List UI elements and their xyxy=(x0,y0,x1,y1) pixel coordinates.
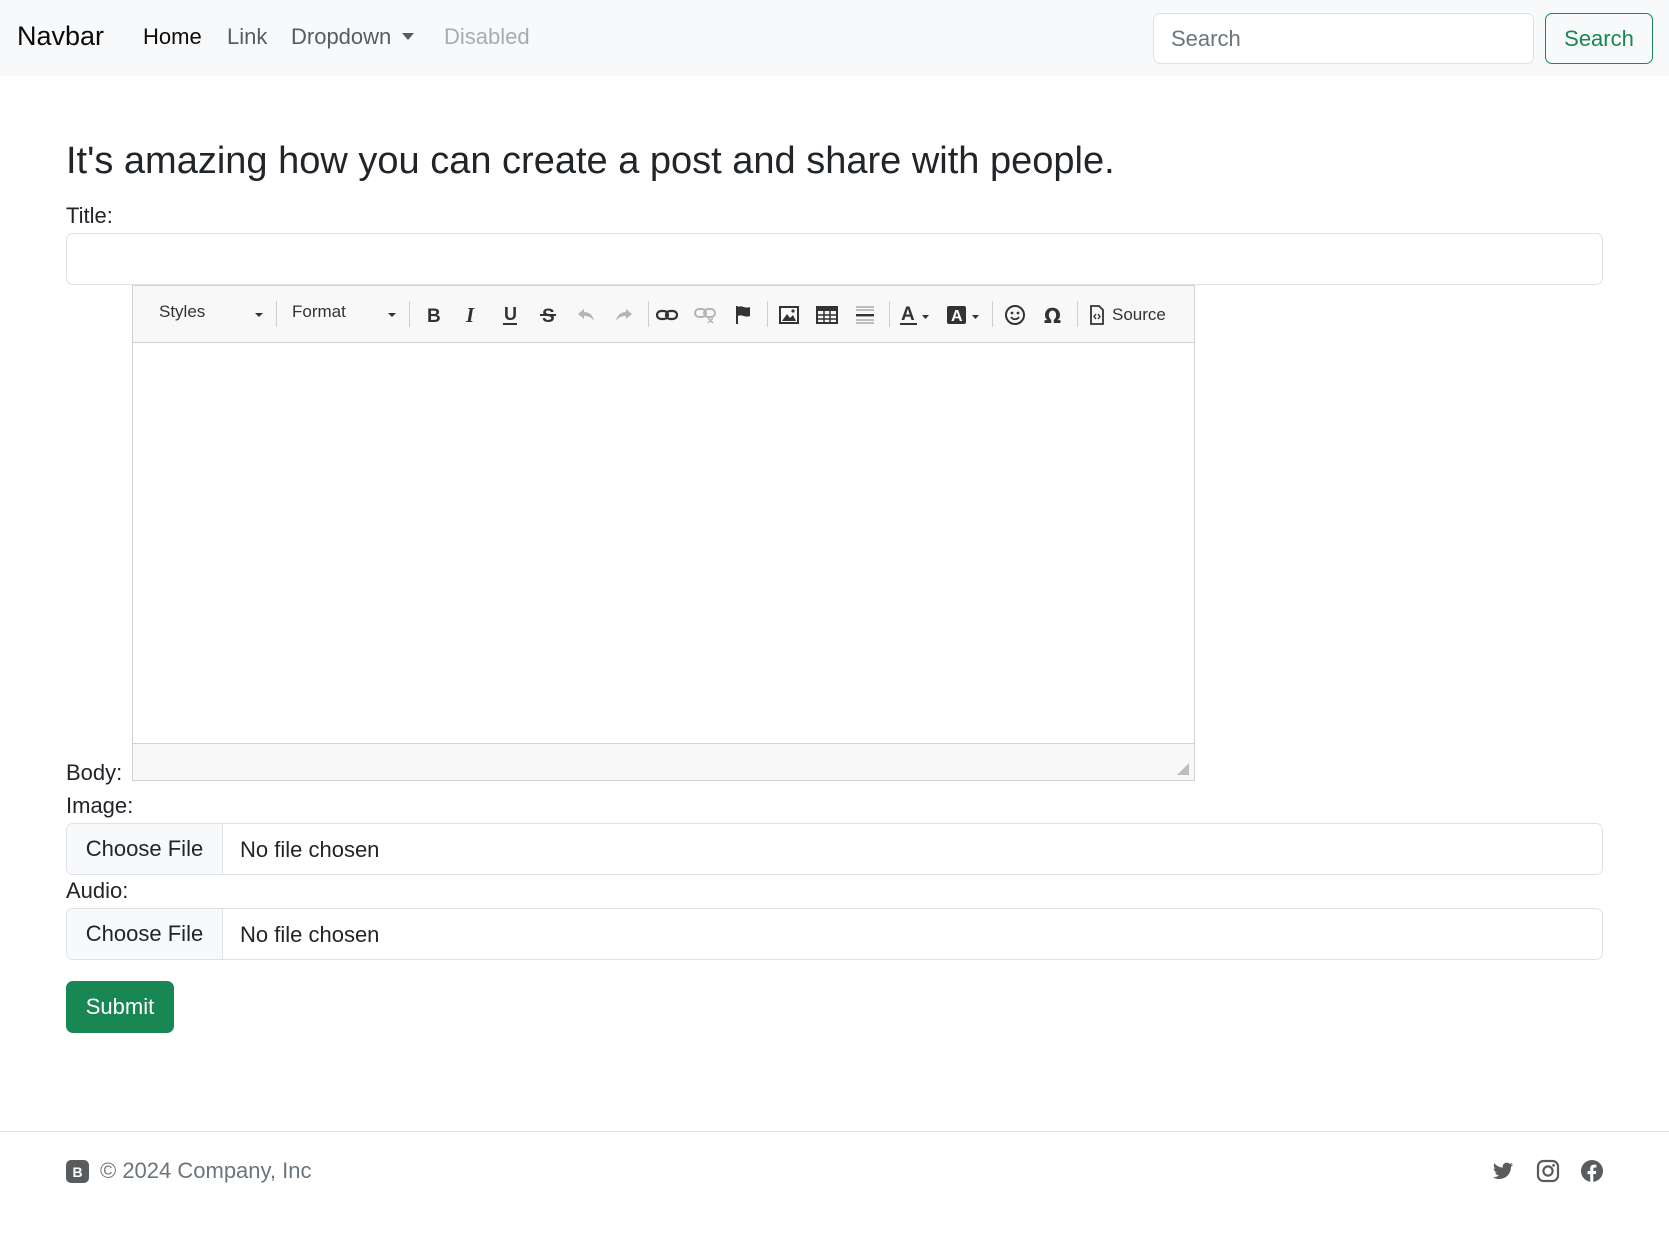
editor-content-area[interactable] xyxy=(133,343,1194,744)
unlink-icon[interactable] xyxy=(692,302,718,328)
editor-status-bar xyxy=(133,743,1194,780)
svg-text:B: B xyxy=(427,306,441,325)
svg-text:U: U xyxy=(504,304,517,324)
special-char-icon[interactable]: Ω xyxy=(1040,302,1066,328)
smiley-icon[interactable] xyxy=(1002,302,1028,328)
nav-link-home[interactable]: Home xyxy=(143,24,202,50)
nav-dropdown[interactable]: Dropdown xyxy=(291,24,415,50)
text-color-icon[interactable]: A xyxy=(898,302,932,328)
caret-down-icon xyxy=(402,33,415,40)
audio-label: Audio: xyxy=(66,878,129,903)
image-file-status: No file chosen xyxy=(240,837,380,862)
format-dropdown[interactable]: Format xyxy=(292,302,346,322)
search-button[interactable]: Search xyxy=(1545,13,1653,64)
undo-icon[interactable] xyxy=(573,302,599,328)
rich-text-editor: Styles Format B I U S xyxy=(132,285,1195,781)
toolbar-separator xyxy=(889,301,890,327)
image-file-input[interactable]: Choose File No file chosen xyxy=(66,823,1603,875)
redo-icon[interactable] xyxy=(611,302,637,328)
facebook-icon[interactable] xyxy=(1580,1159,1604,1183)
navbar: Navbar Home Link Dropdown Disabled Searc… xyxy=(0,0,1669,76)
footer-copyright: © 2024 Company, Inc xyxy=(100,1158,312,1183)
underline-icon[interactable]: U xyxy=(497,302,523,328)
audio-choose-file-button[interactable]: Choose File xyxy=(67,909,223,959)
resize-grip-icon[interactable] xyxy=(1177,763,1189,775)
toolbar-separator xyxy=(409,301,410,327)
toolbar-separator xyxy=(767,301,768,327)
link-icon[interactable] xyxy=(654,302,680,328)
bootstrap-logo-icon[interactable]: B xyxy=(66,1160,89,1183)
audio-file-status: No file chosen xyxy=(240,922,380,947)
strikethrough-icon[interactable]: S xyxy=(535,302,561,328)
title-label: Title: xyxy=(66,203,113,228)
editor-toolbar: Styles Format B I U S xyxy=(133,286,1194,343)
styles-caret-icon xyxy=(255,313,263,317)
image-label: Image: xyxy=(66,793,134,818)
submit-button[interactable]: Submit xyxy=(66,981,174,1033)
horizontal-rule-icon[interactable] xyxy=(852,302,878,328)
toolbar-separator xyxy=(648,301,649,327)
toolbar-separator xyxy=(1077,301,1078,327)
italic-icon[interactable]: I xyxy=(458,302,484,328)
twitter-icon[interactable] xyxy=(1491,1159,1515,1183)
navbar-brand[interactable]: Navbar xyxy=(17,21,104,52)
source-label: Source xyxy=(1112,305,1166,324)
background-color-icon[interactable]: A xyxy=(946,302,982,328)
nav-link-disabled: Disabled xyxy=(444,24,530,49)
audio-file-input[interactable]: Choose File No file chosen xyxy=(66,908,1603,960)
styles-dropdown[interactable]: Styles xyxy=(159,302,205,322)
svg-text:Ω: Ω xyxy=(1044,304,1061,326)
body-label: Body: xyxy=(66,760,123,785)
format-caret-icon xyxy=(388,313,396,317)
svg-text:A: A xyxy=(901,304,915,325)
title-input[interactable] xyxy=(66,233,1603,285)
nav-link-link[interactable]: Link xyxy=(227,24,267,50)
nav-dropdown-label: Dropdown xyxy=(291,24,392,49)
instagram-icon[interactable] xyxy=(1536,1159,1560,1183)
search-input[interactable] xyxy=(1153,13,1534,64)
toolbar-separator xyxy=(276,301,277,327)
table-icon[interactable] xyxy=(814,302,840,328)
footer-divider xyxy=(0,1131,1669,1132)
source-button[interactable]: Source xyxy=(1089,301,1166,329)
anchor-flag-icon[interactable] xyxy=(730,302,756,328)
bold-icon[interactable]: B xyxy=(420,302,446,328)
toolbar-separator xyxy=(992,301,993,327)
image-icon[interactable] xyxy=(776,302,802,328)
svg-text:A: A xyxy=(951,308,963,325)
image-choose-file-button[interactable]: Choose File xyxy=(67,824,223,874)
svg-text:I: I xyxy=(465,305,475,325)
page-title: It's amazing how you can create a post a… xyxy=(66,140,1115,182)
source-icon xyxy=(1090,305,1104,325)
